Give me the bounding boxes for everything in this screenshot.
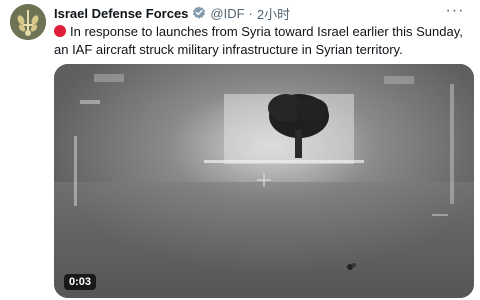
timestamp[interactable]: 2小时 [257, 4, 290, 23]
more-horizontal-icon[interactable]: ··· [444, 3, 466, 22]
video-frame [54, 64, 474, 298]
video-player[interactable]: 0:03 [54, 64, 474, 298]
verified-badge-icon[interactable] [192, 6, 206, 20]
tweet[interactable]: Israel Defense Forces @IDF · 2小时 ··· In … [0, 0, 480, 300]
author-name[interactable]: Israel Defense Forces [54, 6, 188, 21]
idf-emblem-icon [10, 4, 46, 40]
separator: · [248, 5, 253, 21]
video-duration-badge: 0:03 [64, 274, 97, 290]
tweet-text: In response to launches from Syria towar… [54, 24, 463, 57]
tweet-text-container: In response to launches from Syria towar… [54, 23, 472, 59]
tweet-header: Israel Defense Forces @IDF · 2小时 [54, 4, 290, 22]
avatar[interactable] [10, 4, 46, 40]
red-circle-icon [54, 25, 66, 37]
author-handle[interactable]: @IDF [210, 6, 244, 21]
